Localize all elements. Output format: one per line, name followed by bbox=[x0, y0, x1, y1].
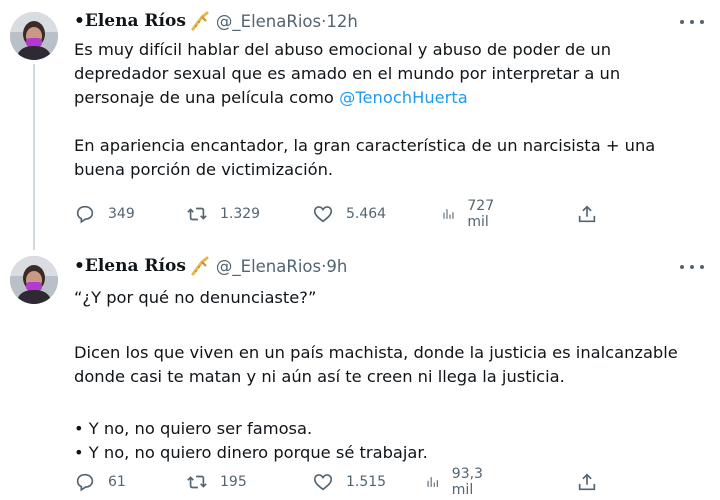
like-count: 1.515 bbox=[346, 474, 387, 490]
reply-count: 61 bbox=[108, 474, 126, 490]
author-name[interactable]: •Elena Ríos bbox=[74, 11, 186, 31]
views-count: 93,3 mil bbox=[451, 466, 483, 498]
text-line: • Y no, no quiero dinero porque sé traba… bbox=[74, 443, 428, 462]
saxophone-emoji-icon bbox=[191, 256, 209, 276]
avatar-image bbox=[10, 256, 58, 304]
like-count: 5.464 bbox=[346, 206, 387, 222]
text-fragment: personaje de una película como bbox=[74, 88, 340, 107]
timestamp[interactable]: 9h bbox=[326, 257, 347, 276]
reply-icon bbox=[76, 473, 94, 492]
timestamp[interactable]: 12h bbox=[326, 12, 357, 31]
avatar[interactable] bbox=[10, 12, 58, 60]
avatar[interactable] bbox=[10, 256, 58, 304]
heart-icon bbox=[313, 474, 333, 491]
author-name[interactable]: •Elena Ríos bbox=[74, 256, 186, 276]
retweet-icon bbox=[187, 475, 207, 489]
views-chart-icon bbox=[443, 209, 454, 219]
text-line: En apariencia encantador, la gran caract… bbox=[74, 136, 656, 155]
mention-link[interactable]: @TenochHuerta bbox=[339, 88, 468, 107]
text-line: depredador sexual que es amado en el mun… bbox=[74, 64, 621, 83]
share-button[interactable] bbox=[576, 202, 598, 226]
heart-icon bbox=[313, 206, 333, 223]
tweet-text: Es muy difícil hablar del abuso emociona… bbox=[74, 38, 704, 182]
text-line: donde casi te matan y ni aún así te cree… bbox=[74, 367, 565, 386]
share-icon bbox=[578, 205, 596, 223]
retweet-icon bbox=[187, 207, 207, 221]
retweet-button[interactable]: 1.329 bbox=[186, 202, 260, 226]
reply-icon bbox=[76, 205, 94, 224]
retweet-count: 1.329 bbox=[220, 206, 261, 222]
reply-button[interactable]: 61 bbox=[74, 470, 126, 494]
more-dots-icon[interactable] bbox=[680, 262, 704, 272]
text-line: • Y no, no quiero ser famosa. bbox=[74, 419, 313, 438]
text-line: Es muy difícil hablar del abuso emociona… bbox=[74, 40, 612, 59]
reply-count: 349 bbox=[108, 206, 135, 222]
text-line: buena porción de victimización. bbox=[74, 160, 334, 179]
author-handle[interactable]: @_ElenaRios bbox=[216, 257, 321, 276]
like-button[interactable]: 5.464 bbox=[312, 202, 386, 226]
tweet-header: •Elena Ríos @_ElenaRios · 12h bbox=[74, 11, 358, 31]
text-line: personaje de una película como @TenochHu… bbox=[74, 86, 704, 110]
text-line: “¿Y por qué no denunciaste?” bbox=[74, 288, 317, 307]
reply-button[interactable]: 349 bbox=[74, 202, 135, 226]
author-handle[interactable]: @_ElenaRios bbox=[216, 12, 321, 31]
views-count: 727 mil bbox=[467, 198, 495, 230]
views-button[interactable]: 727 mil bbox=[441, 198, 502, 230]
retweet-count: 195 bbox=[220, 474, 247, 490]
like-button[interactable]: 1.515 bbox=[312, 470, 386, 494]
views-chart-icon bbox=[427, 477, 438, 487]
more-dots-icon[interactable] bbox=[680, 17, 704, 27]
tweet-text: “¿Y por qué no denunciaste?” Dicen los q… bbox=[74, 286, 704, 465]
share-button[interactable] bbox=[576, 470, 598, 494]
retweet-button[interactable]: 195 bbox=[186, 470, 247, 494]
tweet-header: •Elena Ríos @_ElenaRios · 9h bbox=[74, 256, 347, 276]
thread-line bbox=[33, 64, 35, 250]
share-icon bbox=[578, 473, 596, 491]
avatar-image bbox=[10, 12, 58, 60]
text-line: Dicen los que viven en un país machista,… bbox=[74, 343, 678, 362]
saxophone-emoji-icon bbox=[191, 11, 209, 31]
views-button[interactable]: 93,3 mil bbox=[425, 466, 490, 498]
